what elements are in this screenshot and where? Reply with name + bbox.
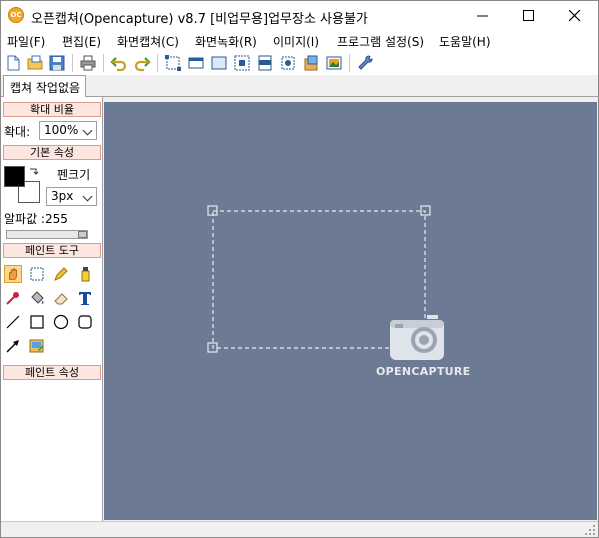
- capture-fixed-icon[interactable]: [279, 54, 297, 72]
- ellipse-tool-icon[interactable]: [52, 313, 70, 331]
- alpha-slider[interactable]: [6, 230, 88, 239]
- paint-tools-section-header: 페인트 도구: [3, 243, 101, 258]
- capture-scroll-icon[interactable]: [256, 54, 274, 72]
- window-title: 오픈캡쳐(Opencapture) v8.7 [비업무용]업무장소 사용불가: [31, 12, 368, 27]
- toolbar: [1, 51, 598, 75]
- arrow-tool-icon[interactable]: [4, 337, 22, 355]
- menu-file[interactable]: 파일(F): [7, 33, 45, 50]
- status-bar: [1, 521, 598, 537]
- app-window: OC 오픈캡쳐(Opencapture) v8.7 [비업무용]업무장소 사용불…: [0, 0, 599, 538]
- rounded-rect-tool-icon[interactable]: [76, 313, 94, 331]
- capture-region-icon[interactable]: [164, 54, 182, 72]
- capture-fullscreen-icon[interactable]: [210, 54, 228, 72]
- clipboard-image-icon[interactable]: [302, 54, 320, 72]
- chevron-down-icon: [82, 191, 93, 202]
- print-icon[interactable]: [79, 54, 97, 72]
- swap-colors-icon[interactable]: [28, 166, 40, 178]
- close-button[interactable]: [552, 1, 598, 31]
- maximize-icon: [523, 10, 534, 21]
- canvas-placeholder-graphic: [207, 205, 444, 360]
- pen-size-label: 펜크기: [57, 168, 91, 182]
- menu-record[interactable]: 화면녹화(R): [195, 33, 257, 50]
- app-logo-icon: OC: [8, 7, 24, 23]
- new-icon[interactable]: [4, 54, 22, 72]
- tab-strip: 캡쳐 작업없음: [1, 75, 598, 97]
- minimize-icon: [477, 15, 488, 17]
- title-bar: OC 오픈캡쳐(Opencapture) v8.7 [비업무용]업무장소 사용불…: [1, 1, 598, 31]
- open-icon[interactable]: [26, 54, 44, 72]
- menu-bar: 파일(F) 편집(E) 화면캡쳐(C) 화면녹화(R) 이미지(I) 프로그램 …: [1, 31, 598, 51]
- save-icon[interactable]: [48, 54, 66, 72]
- text-tool-icon[interactable]: [76, 289, 94, 307]
- capture-window-icon[interactable]: [187, 54, 205, 72]
- capture-object-icon[interactable]: [233, 54, 251, 72]
- basic-props-section-header: 기본 속성: [3, 145, 101, 160]
- marker-icon[interactable]: [76, 265, 94, 283]
- tab-capture-empty[interactable]: 캡쳐 작업없음: [3, 75, 86, 97]
- pen-size-value: 3px: [51, 189, 74, 203]
- paint-props-section-header: 페인트 속성: [3, 365, 101, 380]
- pencil-icon[interactable]: [52, 265, 70, 283]
- canvas-logo-text: OPENCAPTURE: [376, 365, 471, 378]
- maximize-button[interactable]: [506, 1, 552, 31]
- camera-icon: [390, 315, 444, 360]
- eraser-icon[interactable]: [52, 289, 70, 307]
- menu-edit[interactable]: 편집(E): [62, 33, 101, 50]
- redo-icon[interactable]: [133, 54, 151, 72]
- paint-bucket-icon[interactable]: [28, 289, 46, 307]
- toolbar-separator: [349, 54, 350, 72]
- undo-icon[interactable]: [110, 54, 128, 72]
- menu-help[interactable]: 도움말(H): [439, 33, 491, 50]
- zoom-select[interactable]: 100%: [39, 121, 97, 140]
- menu-settings[interactable]: 프로그램 설정(S): [337, 33, 424, 50]
- menu-image[interactable]: 이미지(I): [273, 33, 319, 50]
- alpha-label: 알파값 :255: [4, 212, 68, 226]
- zoom-value: 100%: [44, 123, 79, 137]
- foreground-color-swatch[interactable]: [4, 166, 25, 187]
- minimize-button[interactable]: [460, 1, 506, 31]
- zoom-section-header: 확대 비율: [3, 102, 101, 117]
- settings-wrench-icon[interactable]: [356, 54, 374, 72]
- toolbar-separator: [157, 54, 158, 72]
- resize-grip-icon[interactable]: [584, 524, 596, 536]
- pen-size-select[interactable]: 3px: [46, 187, 97, 206]
- image-viewer-icon[interactable]: [325, 54, 343, 72]
- select-rect-icon[interactable]: [28, 265, 46, 283]
- chevron-down-icon: [82, 125, 93, 136]
- toolbar-separator: [72, 54, 73, 72]
- color-picker-icon[interactable]: [4, 289, 22, 307]
- image-stamp-icon[interactable]: [28, 337, 46, 355]
- menu-capture[interactable]: 화면캡쳐(C): [117, 33, 179, 50]
- rectangle-tool-icon[interactable]: [28, 313, 46, 331]
- left-panel: 확대 비율 확대: 100% 기본 속성 펜크기 3px 알파값 :255 페인…: [1, 97, 103, 523]
- line-tool-icon[interactable]: [4, 313, 22, 331]
- alpha-slider-thumb[interactable]: [78, 231, 87, 238]
- zoom-label: 확대:: [4, 125, 31, 139]
- canvas-area[interactable]: OPENCAPTURE: [104, 102, 597, 520]
- close-icon: [569, 10, 581, 22]
- toolbar-separator: [103, 54, 104, 72]
- hand-tool-icon[interactable]: [4, 265, 22, 283]
